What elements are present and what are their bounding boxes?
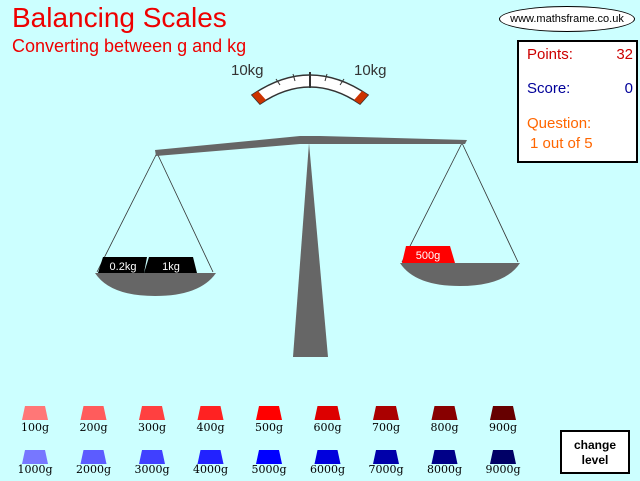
page-subtitle: Converting between g and kg	[12, 36, 247, 56]
pan-weight-label: 0.2kg	[110, 261, 137, 273]
weight-800g[interactable]	[431, 406, 458, 420]
weight-4000g[interactable]	[197, 450, 224, 464]
right-pan	[400, 263, 520, 286]
pan-weight-label: 500g	[416, 250, 440, 262]
pan-weight[interactable]: 1kg	[144, 257, 197, 273]
gauge-right-label: 10kg	[354, 62, 387, 79]
weight-label: 3000g	[134, 463, 170, 476]
weight-5000g[interactable]	[256, 450, 282, 464]
pan-weight-label: 1kg	[162, 261, 180, 273]
points-label: Points:	[527, 46, 573, 63]
weight-label: 100g	[20, 421, 50, 434]
change-level-button[interactable]: change level	[560, 430, 630, 474]
scale-beam	[155, 136, 467, 156]
site-link[interactable]: www.mathsframe.co.uk	[499, 6, 635, 32]
gauge	[250, 72, 370, 105]
weight-3000g[interactable]	[139, 450, 165, 464]
score-value: 0	[624, 80, 633, 97]
points-value: 32	[616, 46, 633, 63]
weight-700g[interactable]	[373, 406, 399, 420]
change-level-line2: level	[581, 453, 609, 467]
weight-label: 9000g	[485, 463, 521, 476]
question-value: 1 out of 5	[530, 135, 593, 152]
weight-100g[interactable]	[22, 406, 48, 420]
weight-200g[interactable]	[80, 406, 107, 420]
weight-label: 2000g	[75, 463, 112, 476]
weight-label: 700g	[371, 421, 401, 434]
gauge-left-label: 10kg	[231, 62, 264, 79]
weight-label: 200g	[79, 421, 108, 434]
score-label: Score:	[527, 80, 571, 97]
weight-label: 600g	[313, 421, 342, 434]
weight-2000g[interactable]	[80, 450, 107, 464]
weight-label: 8000g	[426, 463, 463, 476]
weight-label: 1000g	[17, 463, 53, 476]
score-panel: Points: 32 Score: 0 Question: 1 out of 5	[517, 40, 638, 163]
change-level-line1: change	[573, 438, 616, 452]
pan-weight[interactable]: 500g	[402, 246, 455, 263]
weight-label: 4000g	[192, 463, 229, 476]
question-label: Question:	[527, 115, 592, 132]
weight-label: 5000g	[251, 463, 287, 476]
weight-500g[interactable]	[256, 406, 282, 420]
weight-label: 800g	[430, 421, 459, 434]
weight-8000g[interactable]	[431, 450, 458, 464]
weight-900g[interactable]	[490, 406, 516, 420]
weight-400g[interactable]	[197, 406, 224, 420]
weight-label: 500g	[254, 421, 284, 434]
weight-6000g[interactable]	[314, 450, 341, 464]
weight-label: 900g	[488, 421, 518, 434]
weight-9000g[interactable]	[490, 450, 516, 464]
weight-1000g[interactable]	[22, 450, 48, 464]
weight-label: 300g	[137, 421, 167, 434]
page-title: Balancing Scales	[12, 2, 227, 33]
left-pan	[95, 273, 216, 296]
scale-post	[293, 143, 328, 357]
weight-label: 7000g	[368, 463, 404, 476]
weight-600g[interactable]	[314, 406, 341, 420]
weight-7000g[interactable]	[373, 450, 399, 464]
weight-300g[interactable]	[139, 406, 165, 420]
pan-weight[interactable]: 0.2kg	[98, 257, 147, 273]
weight-label: 400g	[196, 421, 225, 434]
weight-label: 6000g	[309, 463, 346, 476]
